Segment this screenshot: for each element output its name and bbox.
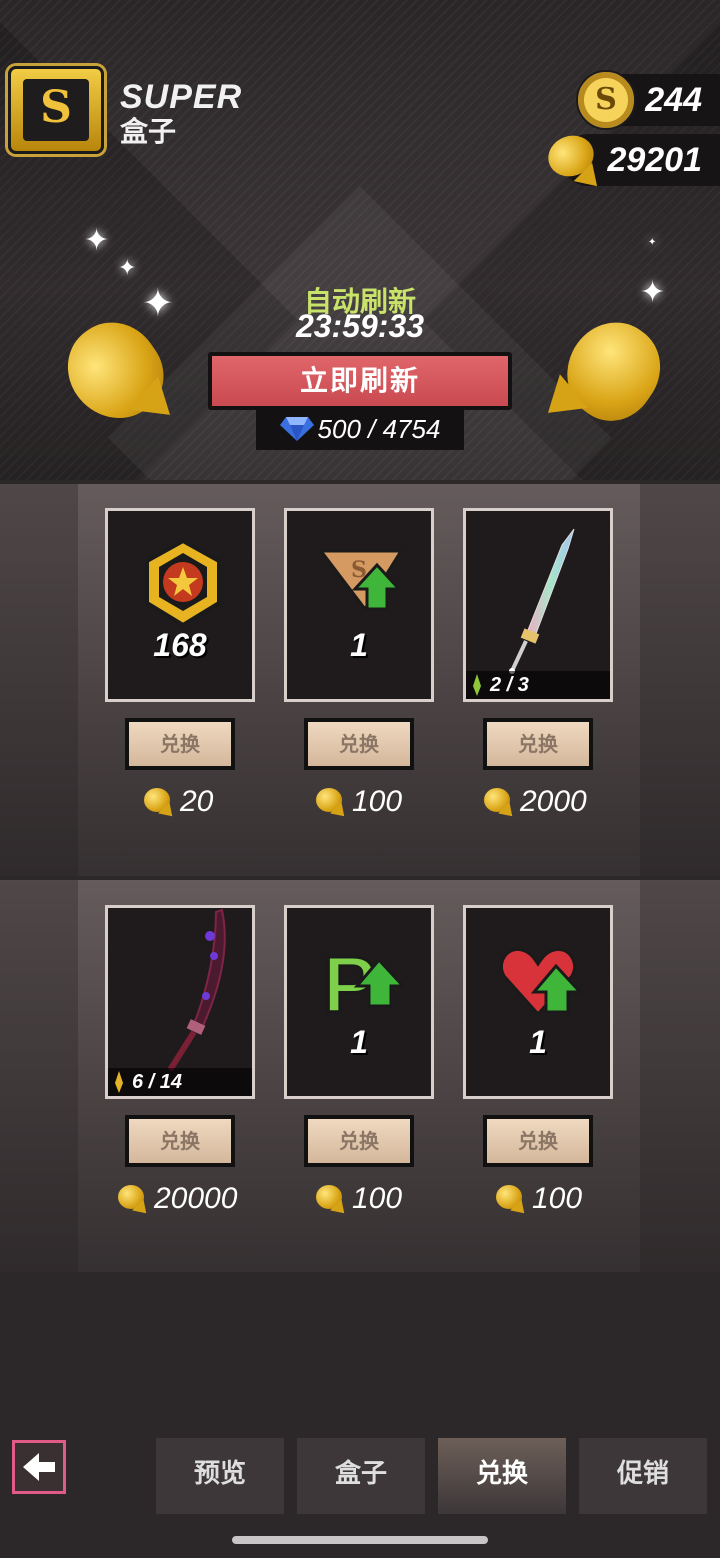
s-coin-icon: S <box>576 70 636 130</box>
item-price: 100 <box>314 782 402 822</box>
item-price-value: 20000 <box>154 1182 238 1215</box>
small-sword-icon <box>115 1071 123 1093</box>
back-button[interactable] <box>12 1440 66 1494</box>
exchange-button[interactable]: 兑换 <box>483 718 593 770</box>
heart-upgrade-icon <box>499 947 584 1017</box>
logo-letter: S <box>23 79 89 141</box>
item-price-value: 20 <box>180 785 214 818</box>
item-price-value: 100 <box>352 785 403 818</box>
tab-preview[interactable]: 预览 <box>156 1438 284 1514</box>
shop-item-card[interactable]: 1 <box>463 905 613 1099</box>
item-quantity: 1 <box>350 627 368 663</box>
rank-upgrade-icon: S <box>317 549 404 612</box>
shop-item-card[interactable]: 2 / 3 <box>463 508 613 702</box>
item-price: 100 <box>314 1179 402 1219</box>
item-progress-value: 6 / 14 <box>132 1071 183 1093</box>
shop-item-card[interactable]: S 1 <box>284 508 434 702</box>
diamond-icon <box>279 417 314 442</box>
item-price-value: 100 <box>352 1182 403 1215</box>
shop-item-card[interactable]: 168 <box>105 508 255 702</box>
sparkle-icon: ✦ <box>118 256 137 281</box>
tab-box[interactable]: 盒子 <box>297 1438 425 1514</box>
item-price-value: 2000 <box>520 785 587 818</box>
exchange-button[interactable]: 兑换 <box>304 718 414 770</box>
item-quantity: 1 <box>529 1024 547 1060</box>
exchange-button[interactable]: 兑换 <box>125 1115 235 1167</box>
exchange-button[interactable]: 兑换 <box>304 1115 414 1167</box>
golden-fish-icon <box>116 1181 152 1219</box>
refresh-cost: 500 / 4754 <box>256 408 464 450</box>
small-sword-icon <box>473 674 481 696</box>
header-banner: S SUPER 盒子 244 S 29201 ✦ ✦ ✦ ✦ ✦ 自动刷新 23… <box>0 0 720 480</box>
bottom-tab-bar: 预览 盒子 兑换 促销 <box>0 1420 720 1520</box>
item-progress: 6 / 14 <box>108 1068 252 1096</box>
exchange-shop: 168 S 1 2 / 3 兑换 兑换 兑换 20 100 2000 6 / 1… <box>0 480 720 1280</box>
shop-item-card[interactable]: P 1 <box>284 905 434 1099</box>
item-price: 20 <box>142 782 213 822</box>
refresh-now-button[interactable]: 立即刷新 <box>208 352 512 410</box>
item-quantity: 168 <box>153 627 207 663</box>
rainbow-sword-icon <box>509 528 575 674</box>
item-progress: 2 / 3 <box>466 671 610 699</box>
star-medal-icon <box>145 538 221 628</box>
logo-subtitle: 盒子 <box>120 115 177 148</box>
item-quantity: 1 <box>350 1024 368 1060</box>
tab-promotion[interactable]: 促销 <box>579 1438 707 1514</box>
exchange-button[interactable]: 兑换 <box>125 718 235 770</box>
item-price: 100 <box>494 1179 582 1219</box>
item-price: 20000 <box>116 1179 237 1219</box>
dark-katana-icon <box>167 908 226 1072</box>
golden-fish-icon <box>142 784 178 822</box>
super-box-logo-icon: S <box>8 66 104 154</box>
arrow-left-icon <box>23 1453 55 1481</box>
golden-fish-icon <box>542 129 608 196</box>
refresh-timer: 23:59:33 <box>295 308 425 344</box>
sparkle-icon: ✦ <box>84 223 110 258</box>
item-price-value: 100 <box>532 1182 583 1215</box>
sparkle-icon: ✦ <box>648 237 657 248</box>
golden-fish-icon <box>314 784 350 822</box>
home-indicator <box>232 1536 488 1544</box>
tab-exchange[interactable]: 兑换 <box>438 1438 566 1514</box>
golden-fish-icon <box>494 1181 530 1219</box>
p-upgrade-icon: P <box>322 940 407 1024</box>
item-price: 2000 <box>482 782 587 822</box>
golden-fish-icon <box>482 784 518 822</box>
shop-item-card[interactable]: 6 / 14 <box>105 905 255 1099</box>
exchange-button[interactable]: 兑换 <box>483 1115 593 1167</box>
item-progress-value: 2 / 3 <box>490 674 529 696</box>
refresh-cost-value: 500 / 4754 <box>317 414 441 444</box>
golden-fish-icon <box>314 1181 350 1219</box>
